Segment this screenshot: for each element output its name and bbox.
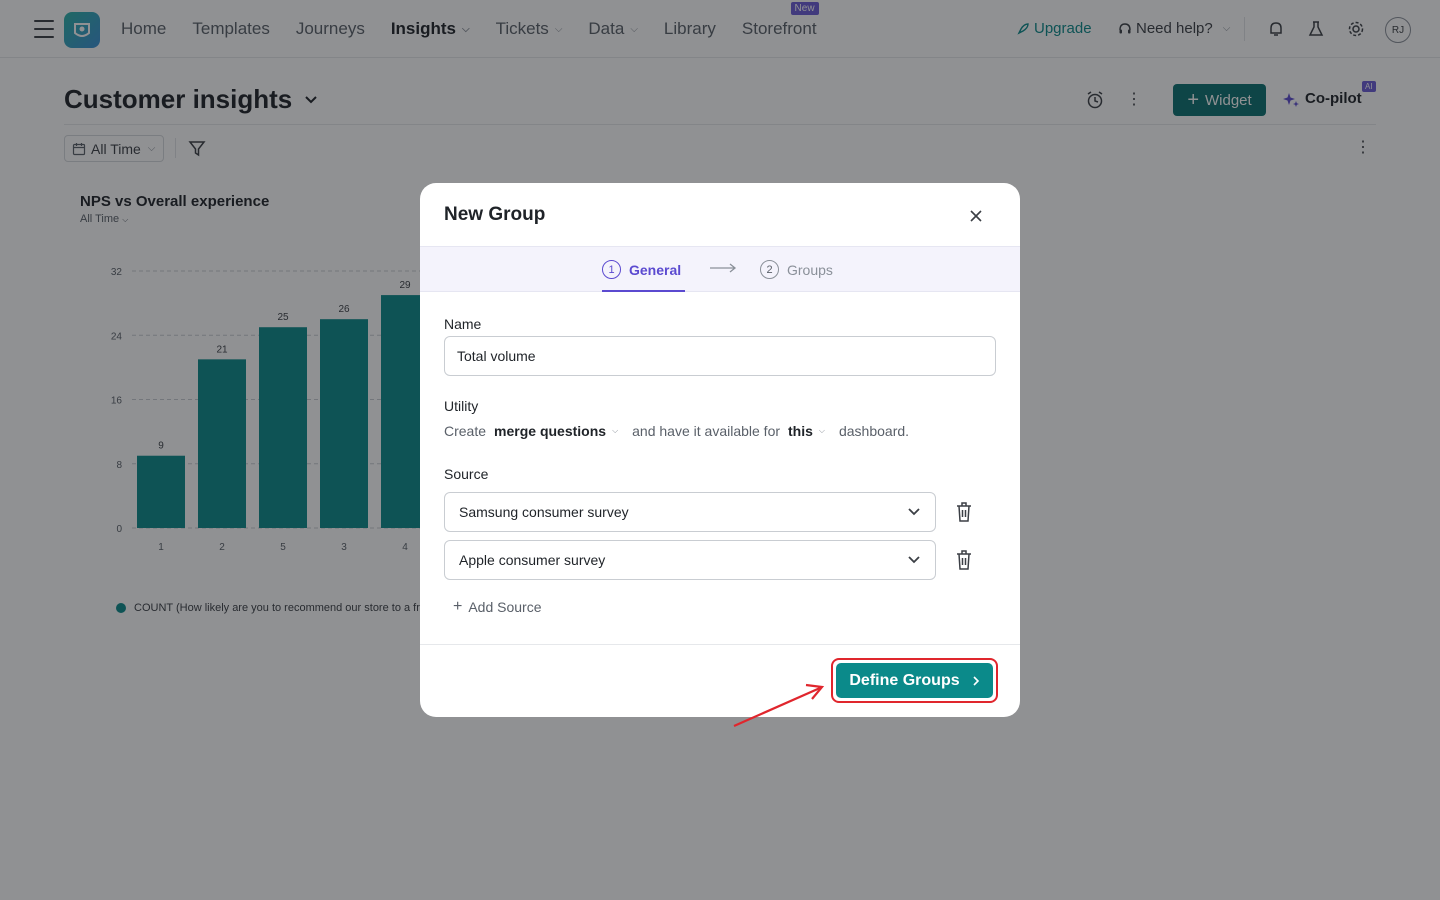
stepper: 1 General 2 Groups xyxy=(420,246,1020,292)
utility-end-text: dashboard. xyxy=(838,423,910,439)
step-number: 2 xyxy=(760,260,779,279)
plus-icon: + xyxy=(453,598,463,615)
modal-title: New Group xyxy=(444,204,546,225)
trash-icon[interactable] xyxy=(954,501,974,523)
source-select-value: Samsung consumer survey xyxy=(459,504,629,520)
step-general[interactable]: 1 General xyxy=(602,260,681,279)
modal-footer-divider xyxy=(420,644,1020,645)
source-select[interactable]: Samsung consumer survey xyxy=(444,492,936,532)
chevron-down-icon xyxy=(908,556,920,564)
step-label: Groups xyxy=(787,261,833,278)
source-select[interactable]: Apple consumer survey xyxy=(444,540,936,580)
group-name-input[interactable] xyxy=(444,336,996,376)
name-label: Name xyxy=(444,316,482,332)
source-label: Source xyxy=(444,466,489,482)
chevron-right-icon xyxy=(973,675,979,686)
chevron-down-icon: ⌵ xyxy=(612,426,619,435)
step-number: 1 xyxy=(602,260,621,279)
arrow-right-icon xyxy=(710,263,737,273)
add-source-label: Add Source xyxy=(468,599,542,615)
annotation-arrow-icon xyxy=(733,683,825,728)
utility-action-dropdown[interactable]: merge questions xyxy=(494,423,606,439)
utility-scope-dropdown[interactable]: this xyxy=(788,423,813,439)
close-icon[interactable] xyxy=(967,207,985,225)
define-groups-button[interactable]: Define Groups xyxy=(836,663,993,698)
active-step-underline xyxy=(602,290,685,292)
utility-sentence: Create merge questions ⌵ and have it ava… xyxy=(444,423,909,439)
utility-create-text: Create xyxy=(444,423,487,439)
utility-label: Utility xyxy=(444,398,479,414)
add-source-button[interactable]: + Add Source xyxy=(453,598,542,616)
utility-middle-text: and have it available for xyxy=(632,423,781,439)
define-groups-label: Define Groups xyxy=(849,671,960,689)
chevron-down-icon: ⌵ xyxy=(818,426,825,435)
new-group-modal: New Group 1 General 2 Groups Name Utilit… xyxy=(420,183,1020,717)
define-groups-highlight: Define Groups xyxy=(831,658,998,703)
chevron-down-icon xyxy=(908,508,920,516)
step-label: General xyxy=(629,261,682,278)
source-select-value: Apple consumer survey xyxy=(459,552,606,568)
step-groups[interactable]: 2 Groups xyxy=(760,260,833,279)
trash-icon[interactable] xyxy=(954,549,974,571)
